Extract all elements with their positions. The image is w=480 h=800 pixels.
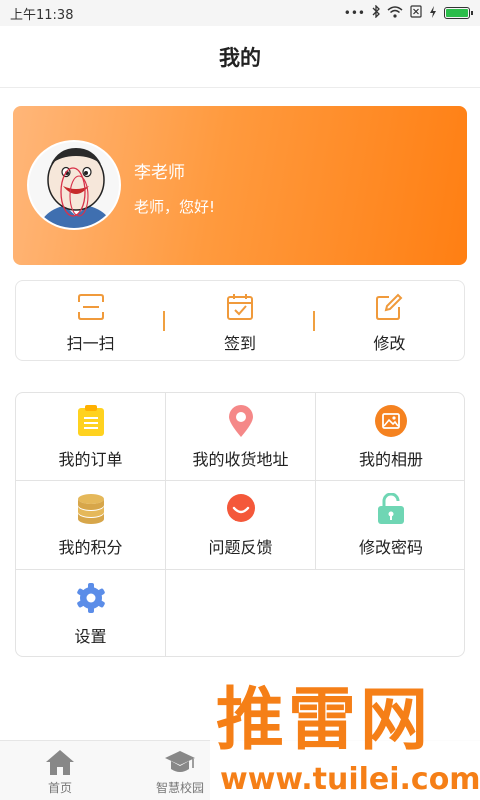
watermark: 推雷网 www.tuilei.com [210, 680, 480, 800]
status-time: 上午11:38 [10, 7, 74, 23]
menu-item-label: 问题反馈 [208, 538, 273, 557]
home-icon [45, 747, 75, 777]
bluetooth-icon [372, 4, 380, 21]
nav-bar: 我的 [0, 26, 480, 88]
quick-action-scan[interactable]: 扫一扫 [16, 281, 166, 360]
scan-icon [76, 293, 106, 321]
location-pin-icon [224, 405, 258, 437]
battery-icon [444, 7, 473, 19]
profile-greeting: 老师，您好! [134, 198, 216, 216]
quick-action-label: 扫一扫 [66, 334, 115, 353]
menu-item-orders[interactable]: 我的订单 [16, 393, 166, 481]
menu-item-settings[interactable]: 设置 [16, 570, 166, 656]
menu-item-label: 我的相册 [358, 450, 423, 469]
status-icons: ••• [343, 4, 473, 21]
feedback-icon [224, 493, 258, 525]
tab-home[interactable]: 首页 [0, 741, 120, 800]
quick-action-label: 签到 [223, 334, 256, 353]
coins-icon [74, 493, 108, 525]
edit-icon [374, 293, 404, 321]
no-sim-icon [410, 5, 422, 21]
charging-icon [429, 5, 437, 21]
wifi-icon [387, 5, 403, 21]
more-dots-icon: ••• [343, 6, 365, 20]
settings-gear-icon [74, 582, 108, 614]
menu-item-change-password[interactable]: 修改密码 [316, 481, 464, 570]
status-bar: 上午11:38 ••• [0, 0, 480, 26]
check-in-icon [225, 293, 255, 321]
menu-item-label: 我的积分 [58, 538, 123, 557]
tab-label: 智慧校园 [155, 781, 204, 795]
unlock-icon [374, 493, 408, 525]
profile-card[interactable]: 李老师 老师，您好! [13, 106, 467, 265]
album-icon [374, 405, 408, 437]
quick-action-check-in[interactable]: 签到 [165, 281, 315, 360]
quick-action-edit[interactable]: 修改 [315, 281, 464, 360]
menu-item-label: 我的订单 [58, 450, 123, 469]
menu-item-label: 设置 [74, 627, 107, 646]
profile-name: 李老师 [134, 163, 185, 183]
menu-item-feedback[interactable]: 问题反馈 [166, 481, 316, 570]
menu-item-label: 修改密码 [358, 538, 423, 557]
page-title: 我的 [219, 45, 261, 70]
menu-item-address[interactable]: 我的收货地址 [166, 393, 316, 481]
watermark-url: www.tuilei.com [220, 762, 480, 797]
order-icon [74, 405, 108, 437]
menu-grid: 我的订单 我的收货地址 我的相册 我的积分 问题反馈 修改密码 设置 [15, 392, 465, 657]
menu-item-points[interactable]: 我的积分 [16, 481, 166, 570]
quick-action-label: 修改 [373, 334, 406, 353]
watermark-logo: 推雷网 [216, 681, 433, 760]
menu-empty-cell [166, 570, 464, 656]
avatar[interactable] [27, 140, 121, 230]
menu-item-album[interactable]: 我的相册 [316, 393, 464, 481]
quick-actions: 扫一扫 签到 修改 [15, 280, 465, 361]
menu-item-label: 我的收货地址 [192, 450, 289, 469]
graduation-cap-icon [164, 747, 196, 777]
tab-label: 首页 [47, 781, 72, 795]
